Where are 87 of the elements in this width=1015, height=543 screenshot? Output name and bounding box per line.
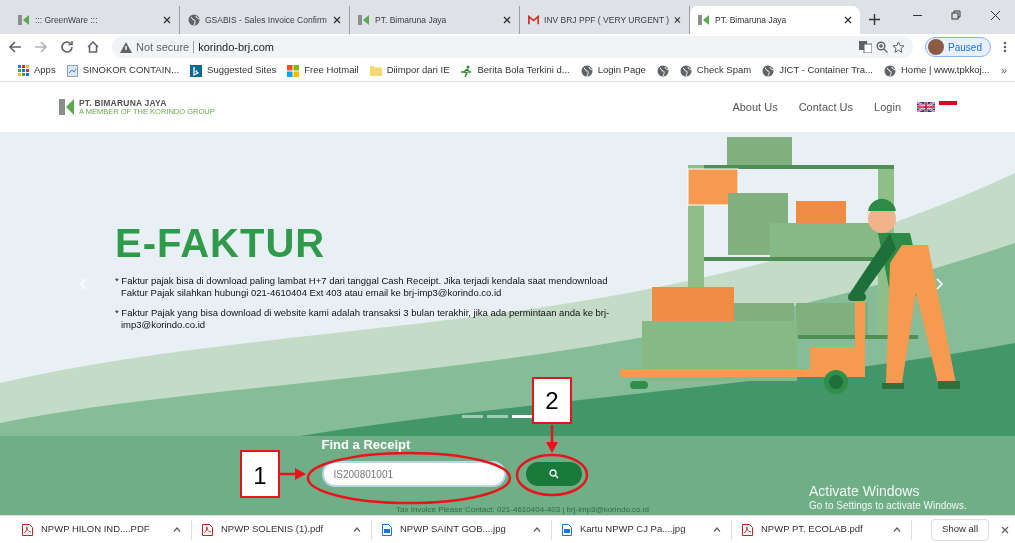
- globe-icon[interactable]: [656, 64, 669, 77]
- uk-flag-icon[interactable]: [917, 102, 935, 112]
- image-file-icon: [562, 523, 572, 536]
- caret-icon[interactable]: [893, 527, 901, 532]
- home-icon[interactable]: [86, 40, 100, 54]
- close-icon[interactable]: [1001, 525, 1009, 534]
- nav-link[interactable]: Login: [874, 98, 901, 116]
- note-text: * Faktur Pajak yang bisa download di website kami adalah transaksi 3 bulan terakhir, jika ada permintaan anda ke brj-imp3@korindo.co.id: [115, 307, 611, 331]
- security-label: Not secure: [136, 39, 190, 55]
- reload-icon[interactable]: [60, 40, 74, 54]
- bookmark-link[interactable]: JICT - Container Tra...: [779, 63, 873, 78]
- bookmark-link[interactable]: Apps: [34, 63, 56, 78]
- download-item[interactable]: Kartu NPWP CJ Pa....jpg: [562, 519, 732, 540]
- step-label: 1: [240, 450, 280, 498]
- note-text: * Faktur pajak bisa di download paling lambat H+7 dari tanggal Cash Receipt. Jika terjadi kendala saat mendownload Faktur Pajak silahkan hubungi 021-4610404 Ext 403 atau email ke brj-imp3@korindo.co.id: [115, 275, 609, 299]
- nav-link[interactable]: About Us: [732, 98, 778, 116]
- close-tab-icon[interactable]: [844, 16, 852, 24]
- caret-icon[interactable]: [713, 527, 721, 532]
- menu-icon[interactable]: [1003, 41, 1007, 53]
- bookmark-link[interactable]: Check Spam: [696, 63, 752, 78]
- more-bookmarks-button[interactable]: »: [998, 62, 1009, 79]
- close-tab-icon[interactable]: [333, 16, 341, 24]
- close-tab-icon[interactable]: [503, 16, 511, 24]
- caret-icon[interactable]: [173, 527, 181, 532]
- warning-icon: [120, 41, 132, 53]
- download-item[interactable]: NPWP PT. ECOLAB.pdf: [742, 519, 912, 540]
- pdf-file-icon: [742, 523, 753, 536]
- restore-icon[interactable]: [951, 10, 962, 21]
- hero-title: E-FAKTUR: [115, 223, 327, 263]
- close-tab-icon[interactable]: [674, 16, 681, 24]
- globe-icon: [884, 64, 896, 77]
- bookmark-link[interactable]: SINOKOR CONTAIN...: [82, 63, 180, 78]
- back-icon[interactable]: [8, 40, 22, 54]
- pdf-file-icon: [22, 523, 33, 536]
- receipt-search-field[interactable]: IS200801001: [321, 461, 506, 487]
- activation-notice-text: Go to Settings to activate Windows.: [809, 501, 967, 511]
- bookmark-link[interactable]: Login Page: [597, 63, 646, 78]
- avatar-icon: [928, 39, 945, 55]
- download-item[interactable]: NPWP SOLENIS (1).pdf: [202, 519, 372, 540]
- zoom-icon[interactable]: [876, 41, 889, 53]
- globe-icon: [188, 14, 200, 26]
- caret-icon[interactable]: [533, 527, 541, 532]
- translate-icon[interactable]: [859, 41, 873, 53]
- mail-icon: [528, 15, 540, 25]
- company-logo-icon: [698, 14, 710, 26]
- folder-icon: [369, 65, 382, 76]
- company-name: PT. BIMARUNA JAYA: [79, 99, 168, 108]
- search-heading: Find a Receipt: [321, 438, 411, 451]
- close-window-icon[interactable]: [990, 10, 1001, 21]
- search-icon: [548, 469, 559, 479]
- bookmark-link[interactable]: Free Hotmail: [304, 63, 359, 78]
- search-button[interactable]: [525, 462, 582, 486]
- download-item[interactable]: NPWP HILON IND....PDF: [22, 519, 192, 540]
- globe-icon: [679, 64, 692, 77]
- address-bar[interactable]: Not secure korindo-brj.com: [112, 36, 914, 58]
- bookmark-link[interactable]: Suggested Sites: [207, 63, 277, 78]
- step-label: 2: [532, 377, 572, 424]
- slide-indicator[interactable]: [512, 415, 533, 418]
- nav-link[interactable]: Contact Us: [798, 98, 854, 116]
- company-logo-icon: [58, 97, 76, 117]
- bookmark-link[interactable]: Home | www.tpkkoj...: [901, 63, 990, 78]
- pdf-file-icon: [202, 523, 213, 536]
- document-icon: [66, 64, 78, 77]
- caret-icon[interactable]: [353, 527, 361, 532]
- profile-button[interactable]: Paused: [925, 37, 991, 57]
- close-tab-icon[interactable]: [163, 16, 171, 24]
- company-logo-icon: [18, 14, 30, 26]
- globe-icon: [580, 64, 593, 77]
- bookmark-link[interactable]: Berita Bola Terkini d...: [477, 63, 570, 78]
- activation-notice-title: Activate Windows: [809, 484, 921, 498]
- b-logo-icon: [190, 64, 203, 77]
- windows-logo-icon: [287, 64, 300, 77]
- bookmark-link[interactable]: Diimpor dari IE: [386, 63, 450, 78]
- new-tab-icon[interactable]: [869, 14, 880, 25]
- arrow: [280, 468, 306, 480]
- indonesia-flag-icon[interactable]: [939, 101, 957, 107]
- company-logo-icon: [358, 14, 370, 26]
- browser-tab[interactable]: PT. Bimaruna Jaya: [690, 6, 860, 34]
- url-text: korindo-brj.com: [198, 39, 274, 55]
- star-icon[interactable]: [892, 40, 906, 54]
- globe-icon: [762, 64, 775, 77]
- show-all-button[interactable]: Show all: [931, 518, 989, 541]
- arrow: [546, 425, 558, 453]
- apps-grid-icon: [18, 65, 29, 76]
- download-item[interactable]: NPWP SAINT GOB....jpg: [382, 519, 552, 540]
- image-file-icon: [382, 523, 392, 536]
- runner-icon: [460, 64, 473, 77]
